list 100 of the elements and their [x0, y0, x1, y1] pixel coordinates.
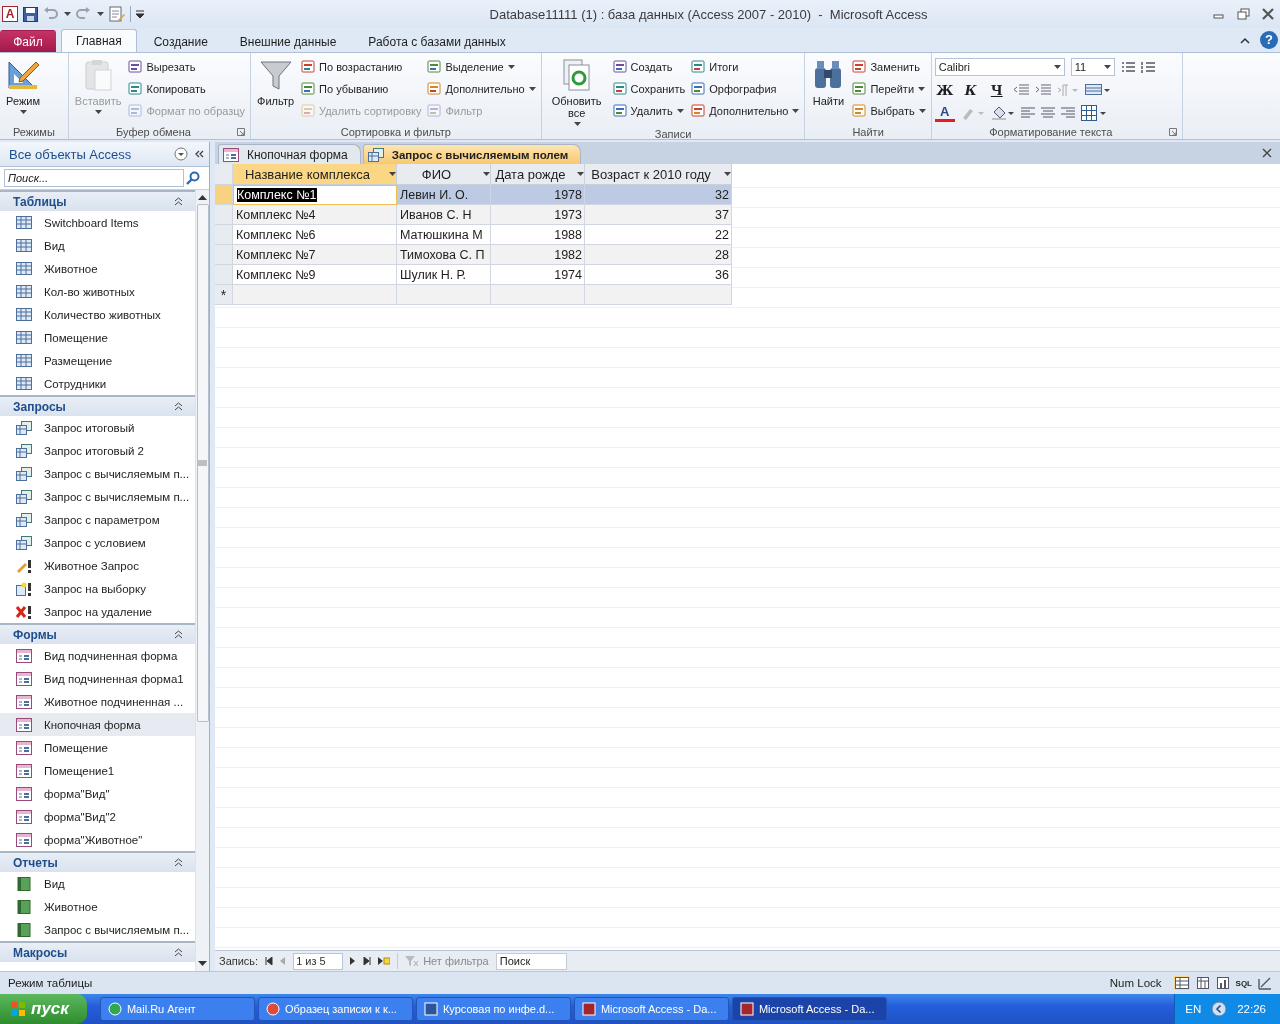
- ribbon-button[interactable]: Дополнительно: [425, 79, 538, 99]
- increase-indent-icon[interactable]: [1034, 84, 1051, 96]
- align-right-icon[interactable]: [1060, 107, 1075, 119]
- ribbon-button[interactable]: Фильтр: [254, 56, 298, 124]
- collapse-pane-icon[interactable]: [194, 150, 204, 158]
- collapse-ribbon-icon[interactable]: [1240, 36, 1250, 44]
- scroll-down-icon[interactable]: [198, 961, 207, 967]
- navigation-item[interactable]: Размещение: [0, 349, 195, 372]
- ribbon-button[interactable]: Итоги: [689, 57, 802, 77]
- navigation-item[interactable]: Запрос с вычисляемым п...: [0, 462, 195, 485]
- dialog-launcher-icon[interactable]: [1168, 128, 1177, 136]
- scroll-up-icon[interactable]: [198, 194, 207, 200]
- taskbar-button[interactable]: Образец записки к к...: [257, 997, 413, 1021]
- taskbar-button[interactable]: Mail.Ru Агент: [99, 997, 255, 1021]
- record-number-field[interactable]: 1 из 5: [293, 952, 344, 970]
- group-header[interactable]: Таблицы: [0, 190, 195, 211]
- group-header[interactable]: Запросы: [0, 395, 195, 416]
- save-icon[interactable]: [23, 6, 38, 22]
- datasheet-view-icon[interactable]: [1173, 976, 1190, 990]
- dropdown-circle-icon[interactable]: [174, 147, 188, 161]
- taskbar-button[interactable]: Курсовая по инфе.d...: [415, 997, 571, 1021]
- ribbon-button[interactable]: Дополнительно: [689, 101, 802, 121]
- font-size-field[interactable]: 11: [1070, 58, 1115, 76]
- numbered-list-icon[interactable]: [1140, 60, 1155, 74]
- navigation-item[interactable]: Запрос с вычисляемым п...: [0, 485, 195, 508]
- pivot-table-icon[interactable]: [1195, 976, 1210, 990]
- navigation-item[interactable]: Запрос с параметром: [0, 508, 195, 531]
- document-pencil-icon[interactable]: [109, 6, 125, 22]
- navigation-item[interactable]: Животное: [0, 257, 195, 280]
- font-color-button[interactable]: A: [934, 104, 955, 122]
- navigation-item[interactable]: Животное подчиненная ...: [0, 690, 195, 713]
- document-tab[interactable]: Запрос с вычисляемым полем: [362, 144, 582, 164]
- file-tab[interactable]: Файл: [0, 30, 56, 52]
- document-tab[interactable]: Кнопочная форма: [218, 144, 361, 164]
- sql-view-button[interactable]: SQL: [1235, 978, 1252, 988]
- ribbon-tab[interactable]: Создание: [138, 30, 223, 52]
- group-header[interactable]: Макросы: [0, 941, 195, 962]
- ribbon-tab[interactable]: Внешние данные: [224, 30, 352, 52]
- navigation-item[interactable]: Животное Запрос: [0, 554, 195, 577]
- navigation-item[interactable]: Вид: [0, 234, 195, 257]
- ribbon-button[interactable]: По убыванию: [299, 79, 424, 99]
- close-icon[interactable]: [1262, 148, 1272, 158]
- ribbon-button[interactable]: Выделение: [425, 57, 538, 77]
- navigation-item[interactable]: Сотрудники: [0, 372, 195, 395]
- pivot-chart-icon[interactable]: [1215, 976, 1230, 990]
- navigation-item[interactable]: Кнопочная форма: [0, 713, 195, 736]
- paint-bucket-icon[interactable]: [990, 106, 1015, 120]
- design-view-icon[interactable]: [1258, 976, 1272, 990]
- navigation-item[interactable]: Вид подчиненная форма1: [0, 667, 195, 690]
- ribbon-button[interactable]: Удалить: [610, 101, 688, 121]
- navigation-item[interactable]: форма"Вид": [0, 782, 195, 805]
- chevron-circle-icon[interactable]: [1211, 1001, 1228, 1017]
- navigation-item[interactable]: форма"Вид"2: [0, 805, 195, 828]
- italic-button[interactable]: К: [960, 81, 981, 99]
- ribbon-button[interactable]: По возрастанию: [299, 57, 424, 77]
- help-button[interactable]: ?: [1260, 31, 1278, 49]
- new-record-icon[interactable]: [378, 957, 391, 965]
- navigation-item[interactable]: Запрос итоговый 2: [0, 439, 195, 462]
- ribbon-button[interactable]: Обновить все: [544, 56, 609, 128]
- scroll-thumb[interactable]: [196, 204, 209, 722]
- taskbar-button[interactable]: Microsoft Access - Da...: [573, 997, 729, 1021]
- column-header[interactable]: Возраст к 2010 году: [585, 164, 732, 185]
- customize-toolbar-icon[interactable]: [136, 10, 144, 18]
- navigation-item[interactable]: Запрос на выборку: [0, 577, 195, 600]
- ribbon-button[interactable]: Режим: [3, 56, 43, 124]
- column-header[interactable]: Дата рожде: [491, 164, 585, 185]
- column-header[interactable]: ФИО: [397, 164, 491, 185]
- group-header[interactable]: Отчеты: [0, 851, 195, 872]
- navigation-item[interactable]: форма"Животное": [0, 828, 195, 851]
- taskbar-button[interactable]: Microsoft Access - Da...: [731, 997, 887, 1021]
- ribbon-button[interactable]: Найти: [808, 56, 849, 124]
- table-grid-icon[interactable]: [1080, 105, 1107, 121]
- new-record-cell[interactable]: [585, 285, 732, 305]
- gridlines-icon[interactable]: [1084, 84, 1111, 96]
- navigation-item[interactable]: Запрос итоговый: [0, 416, 195, 439]
- ribbon-tab[interactable]: Работа с базами данных: [353, 30, 521, 52]
- font-name-field[interactable]: Calibri: [934, 58, 1065, 76]
- ribbon-tab[interactable]: Главная: [61, 29, 137, 52]
- navigation-item[interactable]: Помещение: [0, 736, 195, 759]
- close-icon[interactable]: [1262, 8, 1274, 20]
- column-header[interactable]: Название комплекса: [233, 164, 397, 185]
- align-center-icon[interactable]: [1040, 107, 1055, 119]
- scrollbar[interactable]: [195, 190, 209, 971]
- redo-icon[interactable]: [76, 7, 91, 21]
- decrease-indent-icon[interactable]: [1012, 84, 1029, 96]
- navigation-item[interactable]: Животное: [0, 895, 195, 918]
- ribbon-button[interactable]: Перейти: [850, 79, 928, 99]
- dialog-launcher-icon[interactable]: [237, 128, 246, 136]
- navigation-item[interactable]: Вид подчиненная форма: [0, 644, 195, 667]
- navigation-item[interactable]: Помещение1: [0, 759, 195, 782]
- ribbon-button[interactable]: Выбрать: [850, 101, 928, 121]
- bold-button[interactable]: Ж: [934, 81, 955, 99]
- next-record-icon[interactable]: [350, 957, 357, 965]
- navigation-item[interactable]: Количество животных: [0, 303, 195, 326]
- new-record-cell[interactable]: [491, 285, 585, 305]
- search-field[interactable]: Поиск...: [4, 169, 184, 187]
- navigation-item[interactable]: Кол-во животных: [0, 280, 195, 303]
- underline-button[interactable]: Ч: [986, 81, 1007, 99]
- search-field[interactable]: Поиск: [495, 952, 567, 970]
- ribbon-button[interactable]: Копировать: [126, 79, 248, 99]
